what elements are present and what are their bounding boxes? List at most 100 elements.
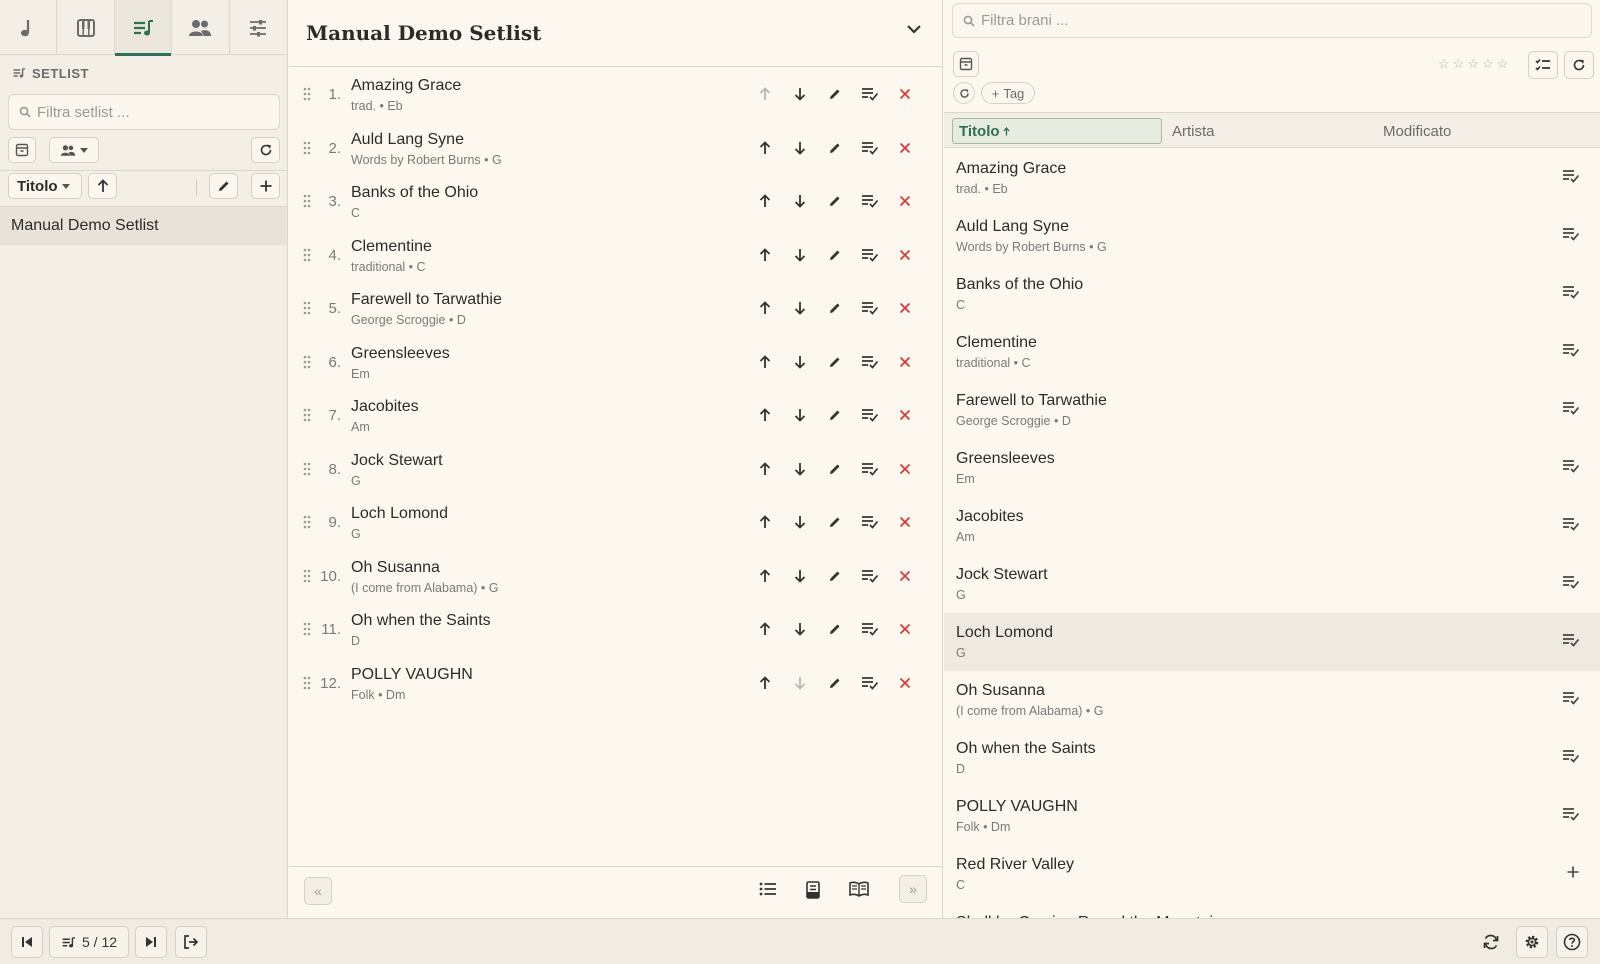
- move-up-icon[interactable]: [756, 513, 774, 531]
- queue-song-icon[interactable]: [860, 246, 880, 264]
- sort-dropdown[interactable]: Titolo: [8, 173, 82, 199]
- edit-song-icon[interactable]: [826, 674, 844, 692]
- remove-song-icon[interactable]: [896, 85, 914, 103]
- queue-song-icon[interactable]: [860, 139, 880, 157]
- collapse-left-button[interactable]: «: [304, 877, 332, 905]
- remove-song-icon[interactable]: [896, 406, 914, 424]
- song-list-row[interactable]: Shell be Coming Round the Mountain: [944, 903, 1600, 918]
- tab-settings[interactable]: [230, 0, 287, 55]
- song-list-row[interactable]: Red River Valley C: [944, 845, 1600, 903]
- queue-song-icon[interactable]: [1562, 633, 1580, 647]
- queue-song-icon[interactable]: [1562, 575, 1580, 589]
- queue-song-icon[interactable]: [1562, 749, 1580, 763]
- add-to-setlist-icon[interactable]: [1566, 865, 1580, 879]
- setlist-song-row[interactable]: 2. Auld Lang Syne Words by Robert Burns • …: [289, 121, 942, 174]
- remove-song-icon[interactable]: [896, 460, 914, 478]
- move-down-icon[interactable]: [791, 85, 809, 103]
- drag-handle-icon[interactable]: [303, 87, 311, 101]
- next-song-button[interactable]: [135, 926, 167, 958]
- move-up-icon[interactable]: [756, 246, 774, 264]
- setlist-song-row[interactable]: 5. Farewell to Tarwathie George Scroggie •…: [289, 281, 942, 334]
- sort-by-modified[interactable]: Modificato: [1377, 118, 1577, 144]
- queue-song-icon[interactable]: [1562, 691, 1580, 705]
- drag-handle-icon[interactable]: [303, 408, 311, 422]
- queue-song-icon[interactable]: [1562, 227, 1580, 241]
- queue-song-icon[interactable]: [1562, 459, 1580, 473]
- move-down-icon[interactable]: [791, 353, 809, 371]
- setlist-song-row[interactable]: 3. Banks of the Ohio C: [289, 174, 942, 227]
- song-list-row[interactable]: Farewell to Tarwathie George Scroggie • D: [944, 381, 1600, 439]
- drag-handle-icon[interactable]: [303, 301, 311, 315]
- tab-collaborators[interactable]: [172, 0, 230, 55]
- move-down-icon[interactable]: [791, 139, 809, 157]
- edit-song-icon[interactable]: [826, 299, 844, 317]
- move-down-icon[interactable]: [791, 513, 809, 531]
- queue-song-icon[interactable]: [1562, 343, 1580, 357]
- song-list-row[interactable]: Loch Lomond G: [944, 613, 1600, 671]
- remove-song-icon[interactable]: [896, 567, 914, 585]
- queue-song-icon[interactable]: [1562, 285, 1580, 299]
- add-setlist-button[interactable]: [251, 173, 280, 199]
- sync-icon[interactable]: [1482, 933, 1500, 951]
- tab-setlists[interactable]: [114, 0, 173, 56]
- song-list-row[interactable]: Oh when the Saints D: [944, 729, 1600, 787]
- song-list-row[interactable]: Amazing Grace trad. • Eb: [944, 149, 1600, 207]
- reset-tags-button[interactable]: [953, 82, 975, 104]
- drag-handle-icon[interactable]: [303, 569, 311, 583]
- setlist-item[interactable]: Manual Demo Setlist: [0, 207, 287, 245]
- setlist-song-row[interactable]: 12. POLLY VAUGHN Folk • Dm: [289, 656, 942, 709]
- setlist-song-row[interactable]: 6. Greensleeves Em: [289, 335, 942, 388]
- owner-filter-dropdown[interactable]: [49, 137, 99, 163]
- queue-song-icon[interactable]: [860, 299, 880, 317]
- edit-song-icon[interactable]: [826, 620, 844, 638]
- book-icon[interactable]: [849, 881, 869, 897]
- settings-button[interactable]: [1516, 926, 1548, 958]
- edit-song-icon[interactable]: [826, 567, 844, 585]
- setlist-song-row[interactable]: 10. Oh Susanna (I come from Alabama) • G: [289, 549, 942, 602]
- queue-song-icon[interactable]: [860, 85, 880, 103]
- drag-handle-icon[interactable]: [303, 676, 311, 690]
- setlist-filter-field[interactable]: [8, 94, 280, 130]
- remove-song-icon[interactable]: [896, 674, 914, 692]
- remove-song-icon[interactable]: [896, 192, 914, 210]
- setlist-song-row[interactable]: 8. Jock Stewart G: [289, 442, 942, 495]
- song-list-row[interactable]: Jock Stewart G: [944, 555, 1600, 613]
- queue-song-icon[interactable]: [1562, 517, 1580, 531]
- drag-handle-icon[interactable]: [303, 462, 311, 476]
- list-view-icon[interactable]: [759, 881, 777, 897]
- queue-song-icon[interactable]: [860, 567, 880, 585]
- queue-song-icon[interactable]: [1562, 169, 1580, 183]
- edit-setlist-button[interactable]: [209, 173, 238, 199]
- song-filter-input[interactable]: [981, 12, 1591, 29]
- sort-by-artist[interactable]: Artista: [1166, 118, 1366, 144]
- drag-handle-icon[interactable]: [303, 515, 311, 529]
- drag-handle-icon[interactable]: [303, 141, 311, 155]
- song-list-row[interactable]: Greensleeves Em: [944, 439, 1600, 497]
- song-filter-field[interactable]: [952, 3, 1592, 38]
- edit-song-icon[interactable]: [826, 192, 844, 210]
- song-list-row[interactable]: Banks of the Ohio C: [944, 265, 1600, 323]
- queue-song-icon[interactable]: [860, 620, 880, 638]
- setlist-song-row[interactable]: 11. Oh when the Saints D: [289, 602, 942, 655]
- add-tag-button[interactable]: + Tag: [981, 82, 1035, 104]
- remove-song-icon[interactable]: [896, 353, 914, 371]
- setlist-song-row[interactable]: 9. Loch Lomond G: [289, 495, 942, 548]
- edit-song-icon[interactable]: [826, 406, 844, 424]
- song-list-row[interactable]: Jacobites Am: [944, 497, 1600, 555]
- drag-handle-icon[interactable]: [303, 248, 311, 262]
- sort-by-title[interactable]: Titolo: [952, 118, 1162, 144]
- tab-chords[interactable]: [57, 0, 115, 55]
- setlist-song-row[interactable]: 4. Clementine traditional • C: [289, 228, 942, 281]
- queue-song-icon[interactable]: [860, 513, 880, 531]
- edit-song-icon[interactable]: [826, 85, 844, 103]
- move-up-icon[interactable]: [756, 353, 774, 371]
- setlist-song-row[interactable]: 7. Jacobites Am: [289, 388, 942, 441]
- move-up-icon[interactable]: [756, 460, 774, 478]
- queue-song-icon[interactable]: [1562, 401, 1580, 415]
- refresh-setlists-button[interactable]: [251, 137, 280, 163]
- move-up-icon[interactable]: [756, 674, 774, 692]
- drag-handle-icon[interactable]: [303, 194, 311, 208]
- move-down-icon[interactable]: [791, 406, 809, 424]
- edit-song-icon[interactable]: [826, 246, 844, 264]
- refresh-songs-button[interactable]: [1564, 51, 1594, 79]
